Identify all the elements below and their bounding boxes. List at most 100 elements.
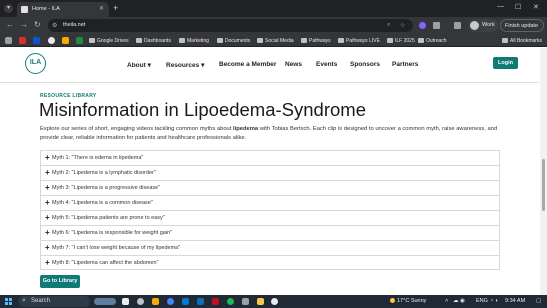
nav-resources[interactable]: Resources ▾ — [166, 61, 204, 69]
finish-update-button[interactable]: Finish update — [500, 19, 544, 32]
network-volume-icon[interactable]: ◔ ◖ — [490, 298, 498, 304]
page-title: Misinformation in Lipoedema-Syndrome — [39, 99, 366, 120]
bookmark-social-media[interactable]: Social Media — [257, 36, 294, 45]
chrome-icon[interactable] — [167, 298, 174, 305]
url-input[interactable]: ⚙ theila.net ⌕ ☆ — [48, 19, 413, 32]
login-button[interactable]: Login — [493, 57, 518, 69]
folder-icon — [418, 38, 424, 43]
bookmark-label: Documents — [225, 37, 251, 44]
windows-start-icon[interactable] — [5, 298, 12, 305]
search-lens-icon[interactable]: ⌕ — [387, 22, 390, 29]
tab-search-icon[interactable]: ▾ — [4, 4, 13, 13]
edge-icon[interactable] — [182, 298, 189, 305]
bookmark-app-icon-4[interactable] — [62, 37, 69, 44]
go-to-library-button[interactable]: Go to Library — [40, 275, 80, 288]
bookmark-dashboards[interactable]: Dashboards — [136, 36, 171, 45]
accordion-item[interactable]: + Myth 5: "Lipedema patients are prone to… — [40, 210, 500, 225]
taskbar-search-label: Search — [31, 298, 51, 304]
back-icon[interactable]: ← — [6, 20, 14, 29]
bookmark-label: Dashboards — [144, 37, 171, 44]
bookmark-pathways-live[interactable]: Pathways LIVE — [338, 36, 380, 45]
chat-icon[interactable] — [137, 298, 144, 305]
task-view-icon[interactable] — [122, 298, 129, 305]
plus-icon: + — [45, 183, 50, 192]
notification-icon[interactable]: ▢ — [536, 298, 541, 304]
folder-icon — [338, 38, 344, 43]
folder-icon — [301, 38, 307, 43]
profile-button[interactable]: Work — [468, 19, 498, 32]
accordion-item[interactable]: + Myth 8: "Lipedema can affect the abdome… — [40, 255, 500, 270]
bookmark-label: Outreach — [426, 37, 447, 44]
bookmark-pathways[interactable]: Pathways — [301, 36, 331, 45]
nav-become-member[interactable]: Become a Member — [219, 61, 276, 68]
page-scrollbar[interactable] — [540, 48, 547, 295]
bookmark-star-icon[interactable]: ☆ — [400, 22, 405, 29]
myth-accordion: + Myth 1: "There is edema in lipedema" + M… — [40, 150, 500, 270]
bookmark-app-icon-5[interactable] — [76, 37, 83, 44]
bookmark-app-icon-2[interactable] — [33, 37, 40, 44]
all-bookmarks[interactable]: All Bookmarks — [502, 36, 542, 45]
avatar — [470, 21, 479, 30]
taskbar-search[interactable]: ⌕ Search — [18, 296, 90, 307]
close-tab-icon[interactable]: ✕ — [99, 5, 104, 12]
bookmark-documents[interactable]: Documents — [217, 36, 250, 45]
tray-icons[interactable]: ☁ ◉ — [453, 298, 465, 304]
active-chrome-icon[interactable] — [271, 298, 278, 305]
app-icon[interactable] — [212, 298, 219, 305]
app-icon[interactable] — [242, 298, 249, 305]
extensions-puzzle-icon[interactable] — [433, 22, 440, 29]
accordion-item[interactable]: + Myth 4: "Lipedema is a common disease" — [40, 195, 500, 210]
folder-icon — [136, 38, 142, 43]
accordion-label: Myth 7: "I can't lose weight because of … — [52, 245, 181, 251]
scrollbar-thumb[interactable] — [542, 159, 545, 211]
bookmark-outreach[interactable]: Outreach — [418, 36, 447, 45]
tray-chevron-icon[interactable]: ˄ — [445, 298, 448, 304]
accordion-item[interactable]: + Myth 6: "Lipedema is responsible for we… — [40, 225, 500, 240]
reload-icon[interactable]: ↻ — [34, 20, 41, 29]
outlook-icon[interactable] — [197, 298, 204, 305]
language-indicator[interactable]: ENG — [476, 298, 488, 304]
site-logo[interactable]: ILA — [25, 53, 46, 74]
address-bar-row: ← → ↻ ⚙ theila.net ⌕ ☆ Work Finish updat… — [0, 17, 547, 34]
accordion-item[interactable]: + Myth 1: "There is edema in lipedema" — [40, 150, 500, 165]
chevron-down-icon: ▾ — [147, 62, 151, 69]
spotify-icon[interactable] — [227, 298, 234, 305]
folder-icon — [217, 38, 223, 43]
bookmarks-bar: Google Drives Dashboards Marketing Docum… — [0, 34, 547, 47]
maximize-button[interactable]: ☐ — [515, 3, 521, 11]
accordion-item[interactable]: + Myth 2: "Lipedema is a lymphatic disord… — [40, 165, 500, 180]
minimize-button[interactable]: — — [497, 3, 504, 10]
file-explorer-icon[interactable] — [152, 298, 159, 305]
nav-events[interactable]: Events — [316, 61, 337, 68]
close-window-button[interactable]: ✕ — [533, 3, 539, 11]
bookmark-marketing[interactable]: Marketing — [179, 36, 209, 45]
nav-news[interactable]: News — [285, 61, 302, 68]
site-info-icon[interactable]: ⚙ — [52, 22, 57, 29]
url-text: theila.net — [63, 22, 86, 28]
bookmark-label: All Bookmarks — [510, 37, 542, 44]
desc-bold: lipedema — [233, 126, 259, 132]
app-icon[interactable] — [257, 298, 264, 305]
bookmark-google-drives[interactable]: Google Drives — [89, 36, 129, 45]
sun-icon — [390, 298, 395, 304]
temperature: 17°C — [397, 298, 410, 304]
bookmark-ilf-2025[interactable]: ILF 2025 — [387, 36, 415, 45]
clock[interactable]: 9:34 AM — [505, 298, 525, 304]
widget-image-icon[interactable] — [94, 298, 116, 305]
bookmark-app-icon-3[interactable] — [48, 37, 55, 44]
nav-about[interactable]: About ▾ — [127, 61, 151, 69]
forward-icon[interactable]: → — [20, 20, 28, 29]
extension-icon[interactable] — [419, 22, 426, 29]
accordion-item[interactable]: + Myth 3: "Lipedema is a progressive dise… — [40, 180, 500, 195]
accordion-item[interactable]: + Myth 7: "I can't lose weight because of… — [40, 240, 500, 255]
plus-icon: + — [45, 198, 50, 207]
profile-label: Work — [482, 22, 495, 28]
apps-grid-icon[interactable] — [5, 37, 12, 44]
nav-partners[interactable]: Partners — [392, 61, 418, 68]
tab-home[interactable]: Home - ILA ✕ — [17, 2, 109, 17]
nav-sponsors[interactable]: Sponsors — [350, 61, 380, 68]
bookmark-app-icon-1[interactable] — [19, 37, 26, 44]
new-tab-button[interactable]: + — [113, 3, 118, 13]
download-icon[interactable] — [454, 22, 461, 29]
weather-widget[interactable]: 17°C Sunny — [390, 298, 426, 304]
